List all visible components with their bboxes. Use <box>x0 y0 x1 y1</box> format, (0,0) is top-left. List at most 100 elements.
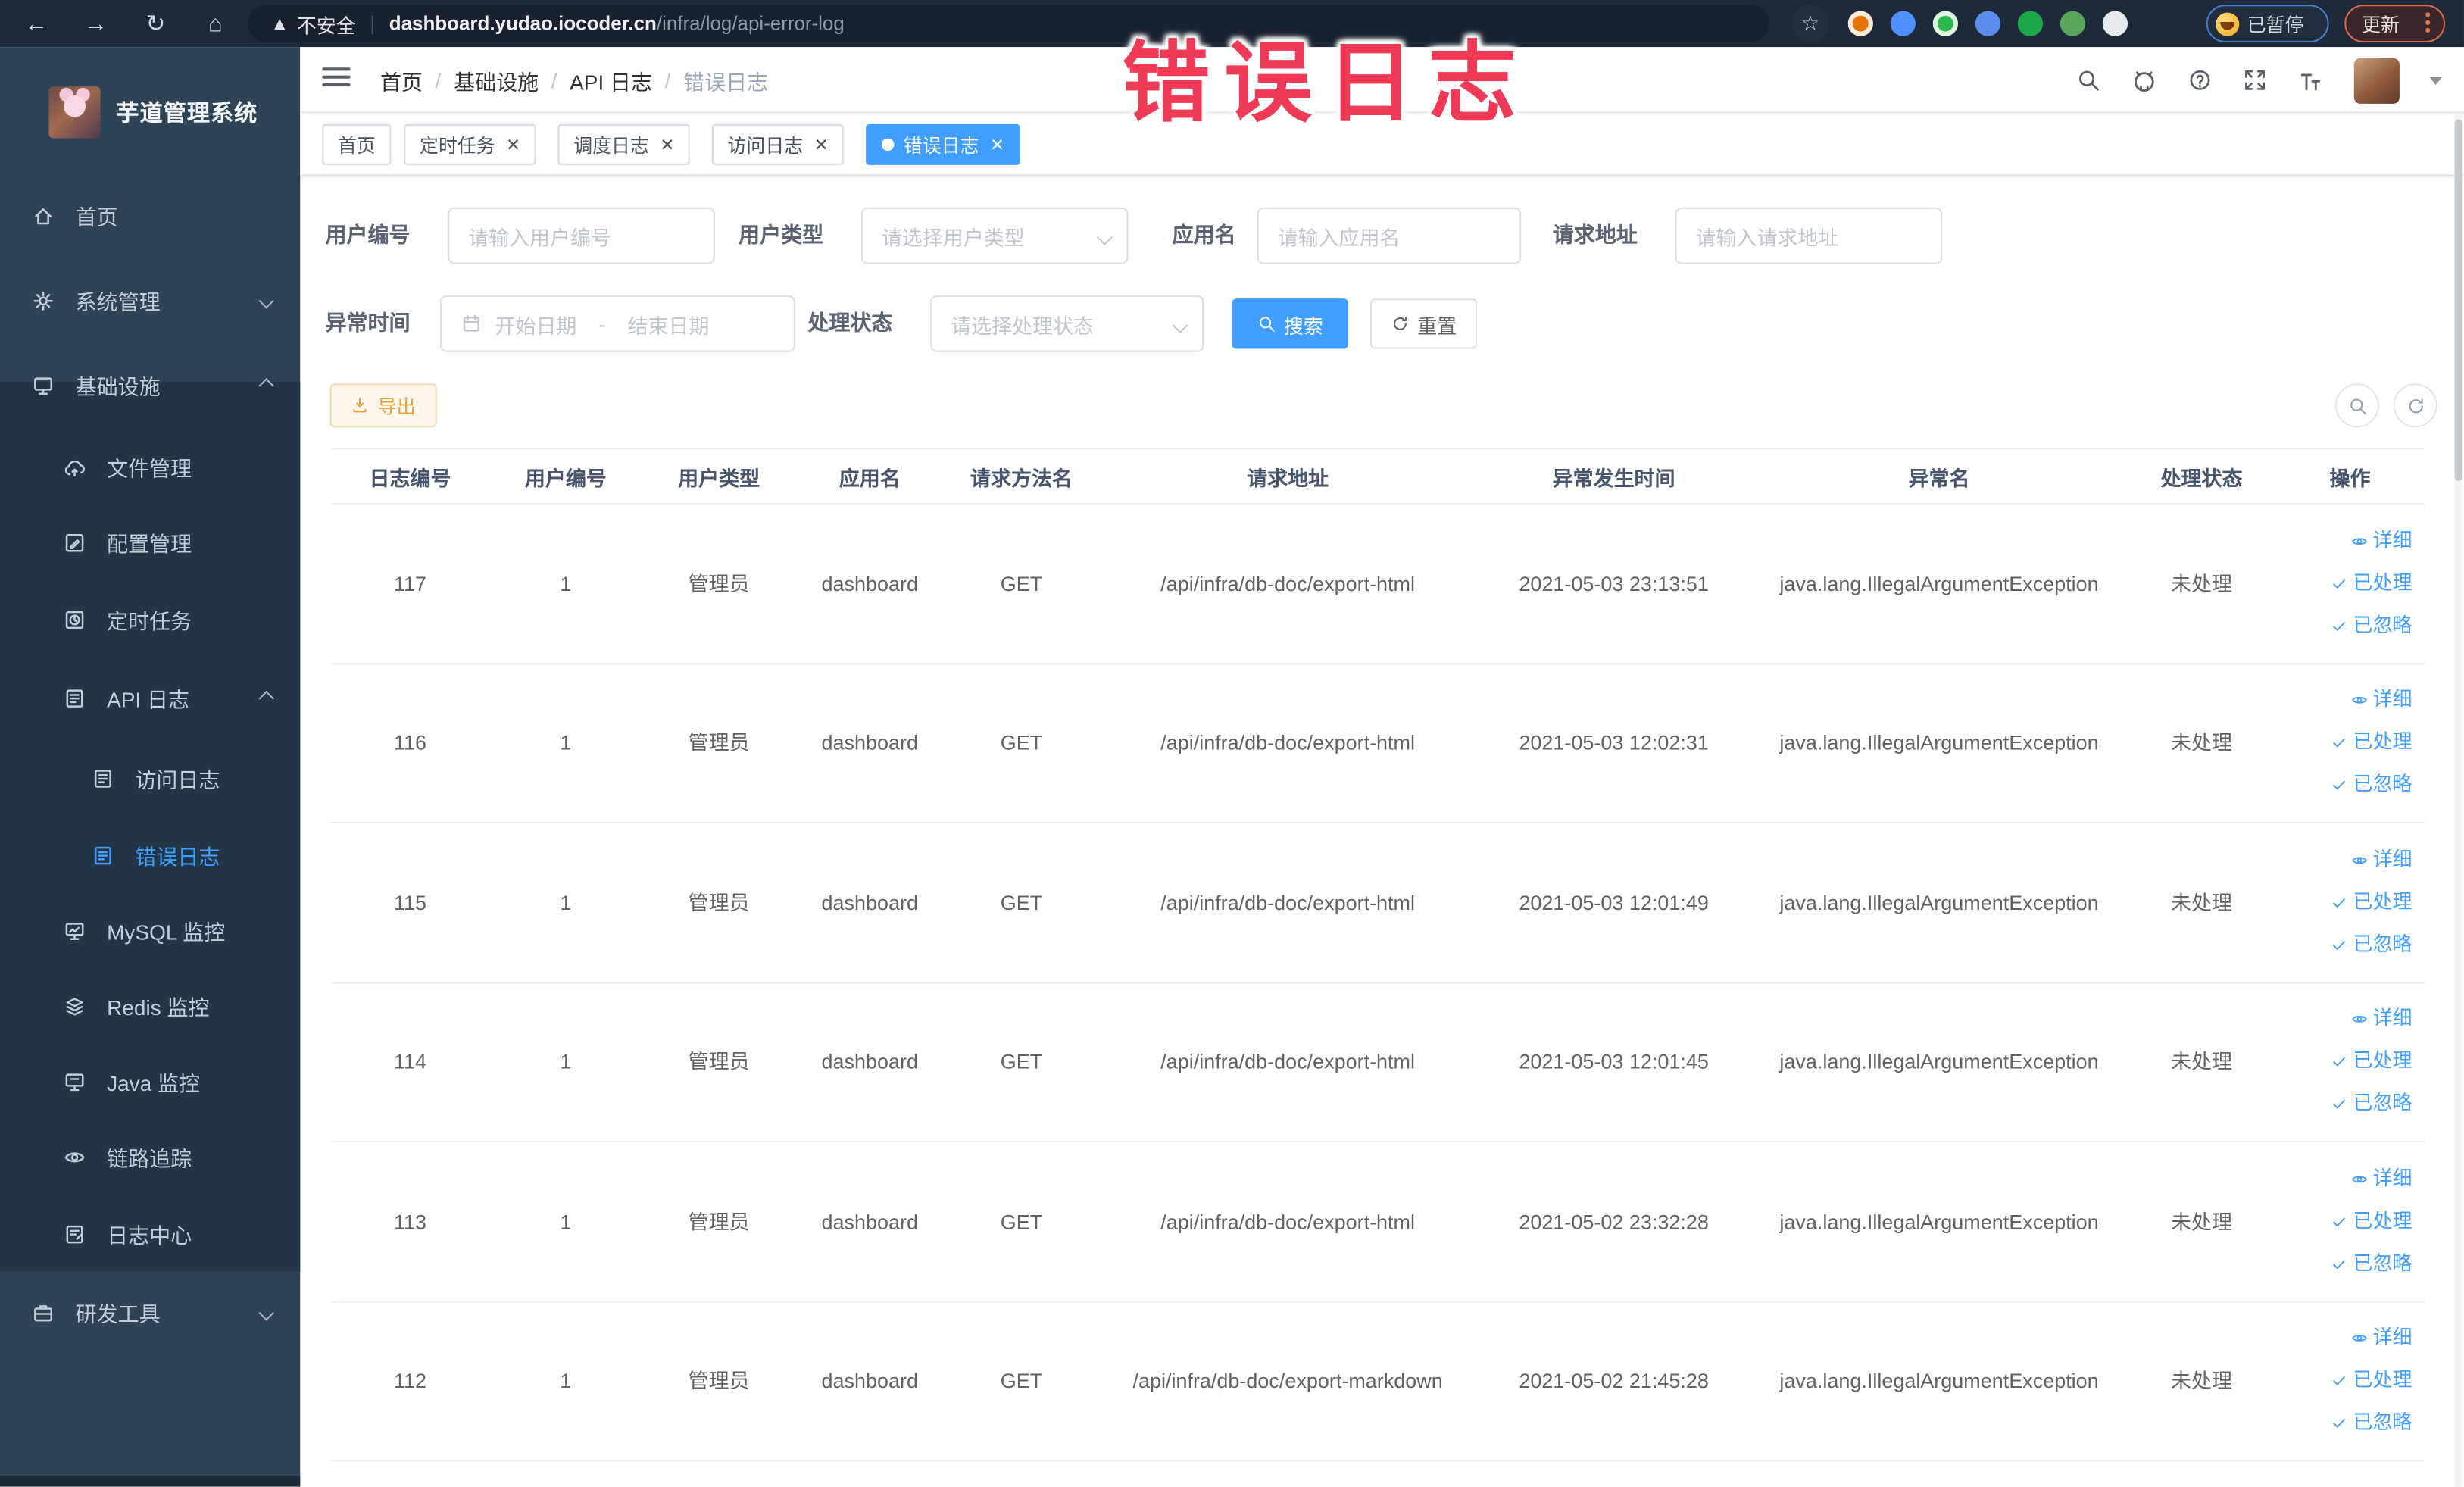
search-icon[interactable] <box>2076 67 2101 92</box>
action-link-详细[interactable]: 详细 <box>2351 687 2412 714</box>
sidebar-item-配置管理[interactable]: 配置管理 <box>0 505 300 580</box>
action-link-已忽略[interactable]: 已忽略 <box>2331 772 2412 798</box>
extension-blue-grid-icon[interactable] <box>1975 11 2000 36</box>
sidebar-item-基础设施[interactable]: 基础设施 <box>0 347 300 423</box>
action-link-详细[interactable]: 详细 <box>2351 1006 2412 1032</box>
action-link-详细[interactable]: 详细 <box>2351 1166 2412 1192</box>
sidebar-item-API 日志[interactable]: API 日志 <box>0 660 300 736</box>
sidebar-item-日志中心[interactable]: 日志中心 <box>0 1196 300 1272</box>
action-link-已忽略[interactable]: 已忽略 <box>2331 1410 2412 1436</box>
close-icon[interactable]: ✕ <box>506 134 520 155</box>
action-link-已处理[interactable]: 已处理 <box>2331 1208 2412 1235</box>
action-link-详细[interactable]: 详细 <box>2351 1325 2412 1351</box>
close-icon[interactable]: ✕ <box>990 134 1004 155</box>
browser-forward-button[interactable]: → <box>76 0 117 47</box>
cell-id: 112 <box>393 1369 426 1393</box>
help-icon[interactable] <box>2188 67 2213 92</box>
action-link-已忽略[interactable]: 已忽略 <box>2331 613 2412 639</box>
sidebar-item-label: 文件管理 <box>107 457 192 481</box>
action-label: 已忽略 <box>2353 614 2412 636</box>
tab-定时任务[interactable]: 定时任务 ✕ <box>404 123 536 165</box>
extension-orange-icon[interactable] <box>1847 11 1873 36</box>
app-name-input[interactable]: 请输入应用名 <box>1257 207 1522 264</box>
exception-time-range-input[interactable]: 开始日期 - 结束日期 <box>439 295 795 352</box>
breadcrumb-item[interactable]: API 日志 <box>570 64 652 95</box>
user-type-select[interactable]: 请选择用户类型 <box>860 207 1129 264</box>
browser-menu-icon[interactable]: • • • <box>2423 7 2432 40</box>
refresh-table-button[interactable] <box>2393 383 2437 428</box>
sidebar-item-label: 错误日志 <box>135 845 220 870</box>
action-link-已处理[interactable]: 已处理 <box>2331 1367 2412 1394</box>
app-logo-row[interactable]: 芋道管理系统 <box>0 63 300 161</box>
browser-home-button[interactable]: ⌂ <box>195 0 236 47</box>
table-row: 116 1 管理员 dashboard GET/api/infra/db-doc/exp… <box>331 664 2425 824</box>
check-icon <box>2334 940 2346 950</box>
action-label: 详细 <box>2372 1007 2412 1030</box>
action-link-已忽略[interactable]: 已忽略 <box>2331 1251 2412 1277</box>
sidebar-item-系统管理[interactable]: 系统管理 <box>0 262 300 338</box>
close-icon[interactable]: ✕ <box>814 134 829 155</box>
cell-user_type: 管理员 <box>688 1209 750 1234</box>
toggle-search-button[interactable] <box>2334 383 2379 428</box>
reset-button[interactable]: 重置 <box>1370 298 1478 349</box>
close-icon[interactable]: ✕ <box>660 134 674 155</box>
action-link-已处理[interactable]: 已处理 <box>2331 889 2412 916</box>
user-id-input[interactable]: 请输入用户编号 <box>448 207 715 264</box>
action-link-已忽略[interactable]: 已忽略 <box>2331 932 2412 958</box>
sidebar-item-访问日志[interactable]: 访问日志 <box>0 740 300 816</box>
sidebar-item-链路追踪[interactable]: 链路追踪 <box>0 1119 300 1195</box>
cell-actions: 详细已处理已忽略 <box>2275 1325 2425 1436</box>
export-button[interactable]: 导出 <box>329 383 437 428</box>
breadcrumb-item[interactable]: 基础设施 <box>454 64 539 95</box>
user-menu-caret-icon[interactable] <box>2429 76 2442 84</box>
font-size-icon <box>2300 73 2321 90</box>
action-link-已处理[interactable]: 已处理 <box>2331 570 2412 597</box>
bookmark-star-icon[interactable]: ☆ <box>1791 5 1829 43</box>
fullscreen-icon[interactable] <box>2242 67 2267 92</box>
date-range-separator: - <box>598 311 606 336</box>
extension-green-circle-icon[interactable] <box>1932 11 1958 36</box>
sidebar-item-Java 监控[interactable]: Java 监控 <box>0 1044 300 1120</box>
tab-访问日志[interactable]: 访问日志 ✕ <box>711 123 845 165</box>
sidebar-item-文件管理[interactable]: 文件管理 <box>0 429 300 505</box>
sidebar-item-首页[interactable]: 首页 <box>0 177 300 253</box>
table-row: 117 1 管理员 dashboard GET/api/infra/db-doc/exp… <box>331 505 2425 664</box>
browser-update-button[interactable]: 更新 • • • <box>2344 5 2446 43</box>
profile-paused-badge[interactable]: 已暂停 <box>2206 5 2329 43</box>
action-link-详细[interactable]: 详细 <box>2351 528 2412 555</box>
search-button[interactable]: 搜索 <box>1232 298 1349 349</box>
process-status-label: 处理状态 <box>807 311 893 335</box>
breadcrumb-item[interactable]: 首页 <box>380 64 423 95</box>
sidebar-item-Redis 监控[interactable]: Redis 监控 <box>0 968 300 1044</box>
sidebar-item-研发工具[interactable]: 研发工具 <box>0 1275 300 1351</box>
github-icon[interactable] <box>2131 67 2157 93</box>
cell-status: 未处理 <box>2171 731 2232 755</box>
request-url-input[interactable]: 请输入请求地址 <box>1675 207 1943 264</box>
action-link-已处理[interactable]: 已处理 <box>2331 729 2412 756</box>
action-link-详细[interactable]: 详细 <box>2351 847 2412 873</box>
tab-首页[interactable]: 首页 <box>322 123 392 165</box>
action-link-已忽略[interactable]: 已忽略 <box>2331 1091 2412 1117</box>
font-size-icon[interactable] <box>2297 67 2324 93</box>
sidebar-item-错误日志[interactable]: 错误日志 <box>0 817 300 893</box>
address-bar[interactable]: ▲ 不安全 | dashboard.yudao.iocoder.cn/infra… <box>248 5 1769 43</box>
action-link-已处理[interactable]: 已处理 <box>2331 1048 2412 1075</box>
security-label[interactable]: 不安全 <box>297 8 356 38</box>
browser-reload-button[interactable]: ↻ <box>135 0 176 47</box>
action-label: 已处理 <box>2353 571 2412 594</box>
extension-blue-shield-icon[interactable] <box>1890 11 1916 36</box>
page-scrollbar-thumb[interactable] <box>2454 119 2462 481</box>
tab-错误日志[interactable]: 错误日志 ✕ <box>866 123 1020 165</box>
extension-on-badge-icon[interactable] <box>2017 11 2043 36</box>
extension-white-pin-icon[interactable] <box>2102 11 2128 36</box>
check-icon <box>2334 1057 2346 1067</box>
extension-green-leaf-icon[interactable] <box>2060 11 2085 36</box>
devtools-icon <box>34 1304 53 1321</box>
browser-back-button[interactable]: ← <box>16 0 57 47</box>
tab-调度日志[interactable]: 调度日志 ✕ <box>557 123 691 165</box>
hamburger-icon[interactable] <box>322 66 351 91</box>
sidebar-item-MySQL 监控[interactable]: MySQL 监控 <box>0 892 300 968</box>
process-status-select[interactable]: 请选择处理状态 <box>930 295 1204 352</box>
user-avatar[interactable] <box>2353 57 2400 103</box>
sidebar-item-定时任务[interactable]: 定时任务 <box>0 582 300 658</box>
